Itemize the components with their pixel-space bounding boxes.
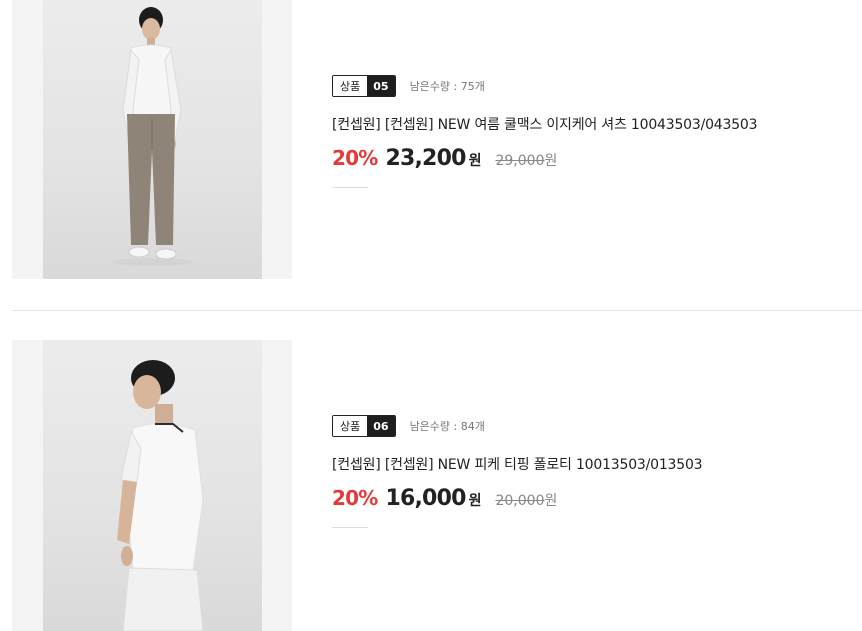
badge-label: 상품 — [333, 76, 368, 96]
stock-remaining: 남은수량 : 84개 — [409, 420, 485, 433]
badge-number: 06 — [367, 416, 395, 436]
original-price: 29,000 — [495, 153, 545, 169]
man-white-shirt-photo-illustration — [113, 7, 193, 266]
original-price: 20,000 — [495, 493, 545, 509]
product-badge: 상품 06 — [332, 415, 396, 437]
product-title[interactable]: [컨셉원] [컨셉원] NEW 여름 쿨맥스 이지케어 셔츠 10043503/… — [332, 114, 852, 134]
stock-remaining: 남은수량 : 75개 — [409, 80, 485, 93]
original-price-currency: 원 — [544, 493, 558, 509]
sale-price: 23,200 — [385, 146, 466, 171]
product-photo[interactable] — [43, 340, 262, 631]
discount-rate: 20% — [332, 486, 378, 510]
price-row: 20% 16,000 원 20,000 원 — [332, 486, 852, 511]
product-divider — [12, 310, 862, 311]
sale-price-currency: 원 — [468, 493, 482, 509]
product-card[interactable]: 상품 06 남은수량 : 84개 [컨셉원] [컨셉원] NEW 피케 티핑 폴… — [12, 340, 862, 631]
badge-number: 05 — [367, 76, 395, 96]
sale-price-currency: 원 — [468, 153, 482, 169]
product-meta: 상품 06 남은수량 : 84개 — [332, 414, 852, 438]
product-title[interactable]: [컨셉원] [컨셉원] NEW 피케 티핑 폴로티 10013503/01350… — [332, 454, 852, 474]
product-thumbnail[interactable] — [12, 0, 292, 279]
short-divider — [332, 527, 368, 528]
product-list: 상품 05 남은수량 : 75개 [컨셉원] [컨셉원] NEW 여름 쿨맥스 … — [0, 0, 862, 631]
product-meta: 상품 05 남은수량 : 75개 — [332, 74, 852, 98]
discount-rate: 20% — [332, 146, 378, 170]
price-row: 20% 23,200 원 29,000 원 — [332, 146, 852, 171]
product-info: 상품 06 남은수량 : 84개 [컨셉원] [컨셉원] NEW 피케 티핑 폴… — [332, 414, 852, 528]
product-card[interactable]: 상품 05 남은수량 : 75개 [컨셉원] [컨셉원] NEW 여름 쿨맥스 … — [12, 0, 862, 280]
product-badge: 상품 05 — [332, 75, 396, 97]
man-white-polo-photo-illustration — [117, 360, 204, 631]
product-info: 상품 05 남은수량 : 75개 [컨셉원] [컨셉원] NEW 여름 쿨맥스 … — [332, 74, 852, 188]
product-thumbnail[interactable] — [12, 340, 292, 631]
short-divider — [332, 187, 368, 188]
product-photo[interactable] — [43, 0, 262, 279]
sale-price: 16,000 — [385, 486, 466, 511]
badge-label: 상품 — [333, 416, 368, 436]
original-price-currency: 원 — [544, 153, 558, 169]
